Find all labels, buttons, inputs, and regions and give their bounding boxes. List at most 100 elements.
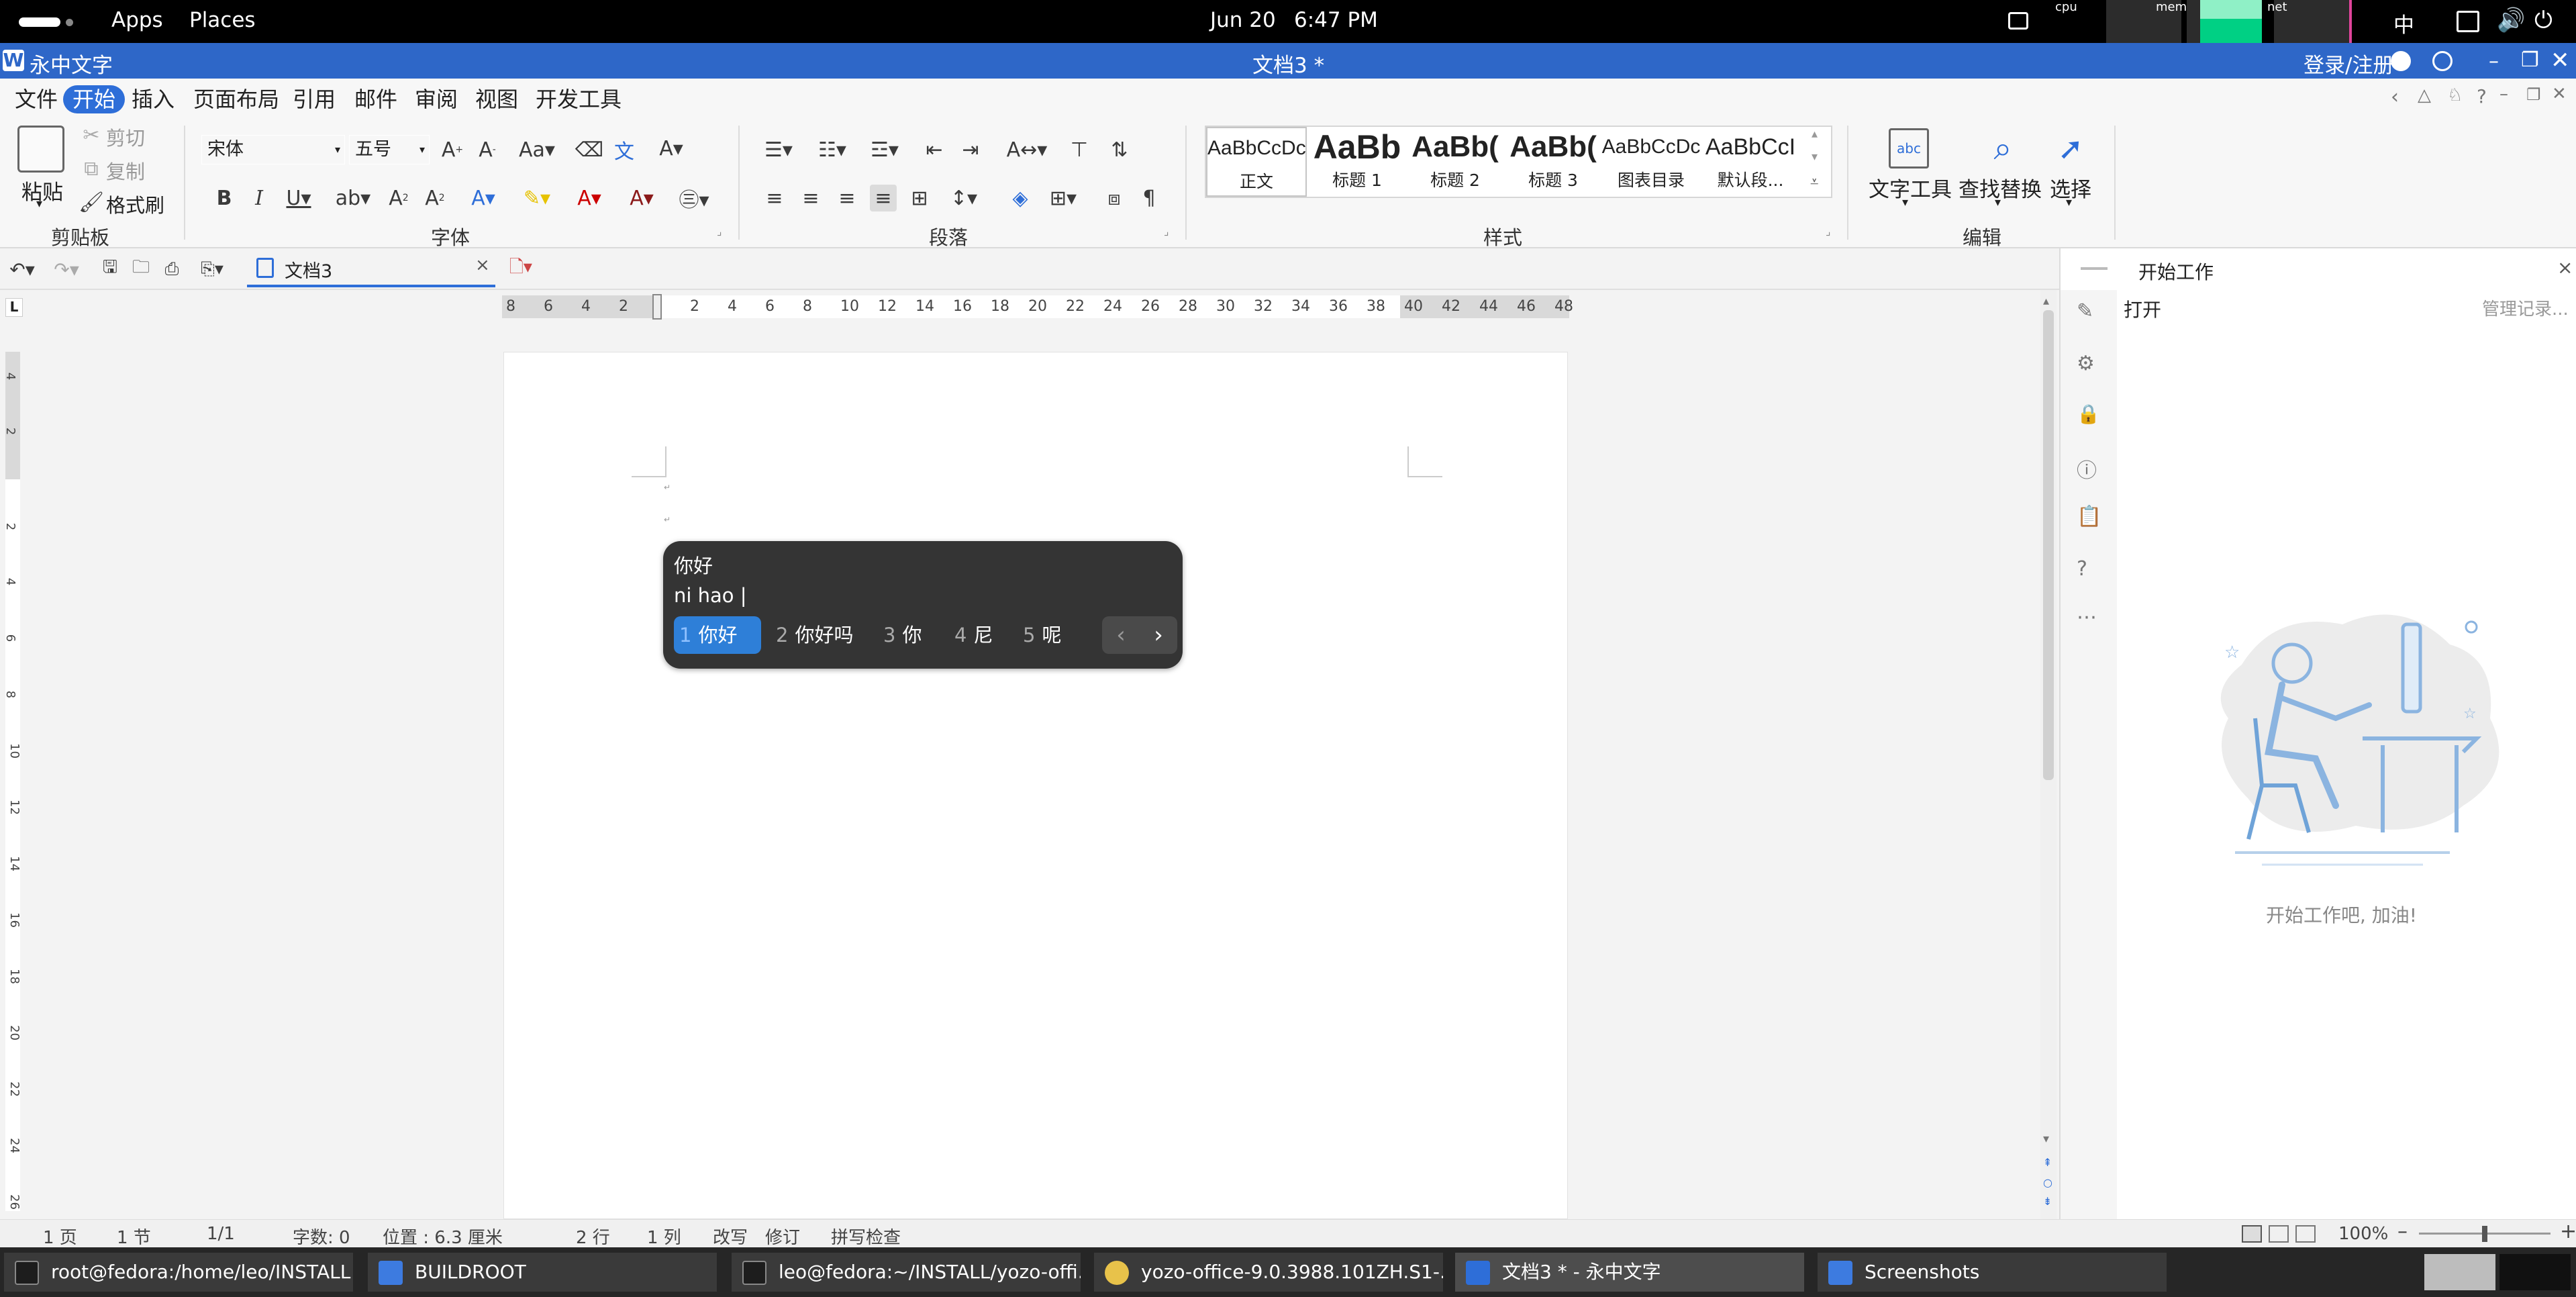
zoom-slider[interactable]	[2419, 1226, 2550, 1242]
screenshot-tray-icon[interactable]	[2008, 12, 2028, 30]
distribute-icon[interactable]: ⊞	[906, 185, 933, 211]
change-case-icon[interactable]: Aa▾	[517, 136, 557, 163]
bold-icon[interactable]: B	[211, 185, 238, 211]
decrease-indent-icon[interactable]: ⇤	[921, 136, 948, 163]
copy-icon[interactable]: ⧉	[79, 156, 103, 181]
indent-marker-icon[interactable]	[652, 294, 662, 320]
open-icon[interactable]: 🗀	[129, 256, 153, 282]
subscript-icon[interactable]: A2	[385, 185, 412, 211]
taskbar-item-files-buildroot[interactable]: BUILDROOT	[368, 1253, 717, 1292]
style-figure-toc[interactable]: AaBbCcDc 图表目录	[1601, 127, 1701, 197]
text-effect-icon[interactable]: A▾	[463, 185, 503, 211]
find-replace-icon[interactable]: ⌕	[1983, 128, 2023, 169]
close-icon[interactable]: ✕	[2550, 47, 2570, 74]
shading-icon[interactable]: ◈	[1007, 185, 1034, 211]
char-spacing-icon[interactable]: A↔▾	[1007, 136, 1048, 163]
font-color-icon[interactable]: A▾	[569, 185, 609, 211]
char-shading-icon[interactable]: A▾	[622, 185, 662, 211]
workspace-1[interactable]	[2424, 1254, 2495, 1290]
strikethrough-icon[interactable]: ab▾	[333, 185, 373, 211]
zoom-in-icon[interactable]: +	[2560, 1220, 2576, 1243]
ime-candidate-4[interactable]: 4尼	[949, 616, 998, 654]
align-center-icon[interactable]: ≡	[797, 185, 824, 211]
status-col[interactable]: 1 列	[647, 1224, 681, 1249]
numbering-icon[interactable]: ☷▾	[812, 136, 852, 163]
superscript-icon[interactable]: A2	[422, 185, 448, 211]
zoom-out-icon[interactable]: –	[2397, 1220, 2408, 1243]
align-left-icon[interactable]: ≡	[761, 185, 788, 211]
italic-icon[interactable]: I	[246, 185, 273, 211]
status-section[interactable]: 1 节	[117, 1224, 151, 1249]
status-overwrite[interactable]: 改写	[713, 1224, 748, 1249]
pane-close-icon[interactable]: ×	[2557, 256, 2573, 279]
clipboard-icon[interactable]: 📋	[2077, 505, 2101, 528]
distributed-icon[interactable]: ⊤	[1066, 136, 1093, 163]
input-method-indicator[interactable]: 中	[2393, 8, 2414, 38]
edit-icon[interactable]: ✎	[2077, 299, 2093, 323]
text-tools-icon[interactable]: abc	[1889, 128, 1929, 169]
document-tab[interactable]: 文档3 ×	[247, 251, 495, 287]
bullets-icon[interactable]: ☰▾	[758, 136, 799, 163]
underline-icon[interactable]: U▾	[282, 185, 315, 211]
menu-review[interactable]: 审阅	[409, 85, 463, 113]
user-icon[interactable]	[2391, 51, 2411, 71]
format-painter-icon[interactable]: 🖌	[79, 190, 104, 214]
cut-button[interactable]: 剪切	[106, 123, 145, 151]
zoom-slider-thumb[interactable]	[2482, 1226, 2487, 1242]
doc-close-icon[interactable]: ✕	[2552, 84, 2567, 104]
document-tab-close-icon[interactable]: ×	[475, 255, 490, 275]
ime-candidate-3[interactable]: 3你	[878, 616, 927, 654]
menu-page-layout[interactable]: 页面布局	[188, 85, 285, 113]
grow-font-icon[interactable]: A +	[439, 136, 466, 163]
lock-icon[interactable]: 🔒	[2077, 403, 2100, 425]
activities-icon[interactable]	[19, 17, 60, 27]
status-word-count[interactable]: 字数: 0	[293, 1224, 350, 1249]
print-icon[interactable]: ⎙	[160, 256, 184, 282]
taskbar-item-installer[interactable]: yozo-office-9.0.3988.101ZH.S1-...	[1094, 1253, 1443, 1292]
clock-date[interactable]: Jun 20	[1210, 8, 1276, 32]
ime-candidate-5[interactable]: 5呢	[1018, 616, 1067, 654]
select-dropdown-icon[interactable]: ▾	[2066, 195, 2072, 209]
font-size-select[interactable]: 五号 ▾	[349, 135, 430, 164]
clock-time[interactable]: 6:47 PM	[1294, 8, 1378, 32]
undo-icon[interactable]: ↶▾	[5, 256, 39, 282]
multilevel-list-icon[interactable]: ☲▾	[864, 136, 905, 163]
skin-icon[interactable]: ♘	[2447, 85, 2463, 105]
zoom-level[interactable]: 100%	[2338, 1224, 2388, 1244]
view-web-icon[interactable]	[2269, 1225, 2289, 1243]
apps-menu[interactable]: Apps	[111, 8, 163, 32]
next-page-icon[interactable]: ⇟	[2043, 1195, 2052, 1208]
view-print-icon[interactable]	[2242, 1225, 2262, 1243]
collapse-ribbon-icon[interactable]: △	[2418, 85, 2431, 105]
find-replace-dropdown-icon[interactable]: ▾	[1995, 195, 2001, 209]
show-marks-icon[interactable]: ¶	[1136, 185, 1162, 211]
sort-icon[interactable]: ⇅	[1106, 136, 1133, 163]
status-track-changes[interactable]: 修订	[765, 1224, 800, 1249]
ime-next-page-icon[interactable]: ›	[1140, 616, 1177, 654]
styles-more-icon[interactable]: ⩡	[1810, 174, 1818, 191]
char-border-icon[interactable]: A▾	[651, 135, 691, 162]
status-position[interactable]: 位置 : 6.3 厘米	[383, 1224, 503, 1249]
doc-restore-icon[interactable]: ❐	[2526, 85, 2541, 104]
ime-prev-page-icon[interactable]: ‹	[1102, 616, 1140, 654]
workspace-2[interactable]	[2499, 1254, 2571, 1290]
save-icon[interactable]: 🖫	[98, 256, 122, 282]
open-link[interactable]: 打开	[2124, 295, 2161, 322]
select-cursor-icon[interactable]: ➚	[2054, 128, 2087, 169]
taskbar-item-terminal-2[interactable]: leo@fedora:~/INSTALL/yozo-offi...	[732, 1253, 1081, 1292]
vertical-ruler[interactable]: 4 2 2 4 6 8 10 12 14 16 18 20 22 24 26	[3, 352, 21, 1211]
status-spell-check[interactable]: 拼写检查	[831, 1224, 901, 1249]
style-normal[interactable]: AaBbCcDc 正文	[1206, 127, 1307, 197]
print-preview-icon[interactable]: ⎘▾	[192, 256, 232, 282]
enclose-char-icon[interactable]: ㊂▾	[674, 185, 714, 212]
styles-dialog-launcher-icon[interactable]: ⌟	[1826, 225, 1831, 238]
power-icon[interactable]: ⏻	[2534, 7, 2553, 34]
view-outline-icon[interactable]	[2295, 1225, 2316, 1243]
paste-dropdown-icon[interactable]: ▾	[36, 197, 42, 211]
more-icon[interactable]: ⋯	[2077, 606, 2097, 629]
format-painter-button[interactable]: 格式刷	[106, 190, 164, 218]
help-icon[interactable]: ?	[2477, 85, 2487, 107]
menu-file[interactable]: 文件	[9, 85, 63, 113]
align-right-icon[interactable]: ≡	[834, 185, 860, 211]
scroll-down-icon[interactable]: ▾	[2043, 1132, 2049, 1146]
